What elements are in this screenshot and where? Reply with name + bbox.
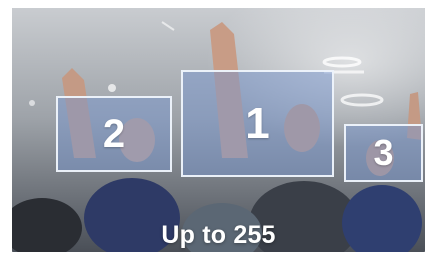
detection-box-3: 3: [344, 124, 423, 182]
detection-box-1: 1: [181, 70, 334, 177]
detection-label-1: 1: [245, 98, 270, 148]
detection-box-2: 2: [56, 96, 172, 172]
detection-label-3: 3: [373, 132, 394, 173]
detection-label-2: 2: [102, 112, 126, 156]
caption-text: Up to 255: [161, 221, 276, 249]
photo-frame: 1 2 3 Up to 255: [12, 8, 425, 252]
